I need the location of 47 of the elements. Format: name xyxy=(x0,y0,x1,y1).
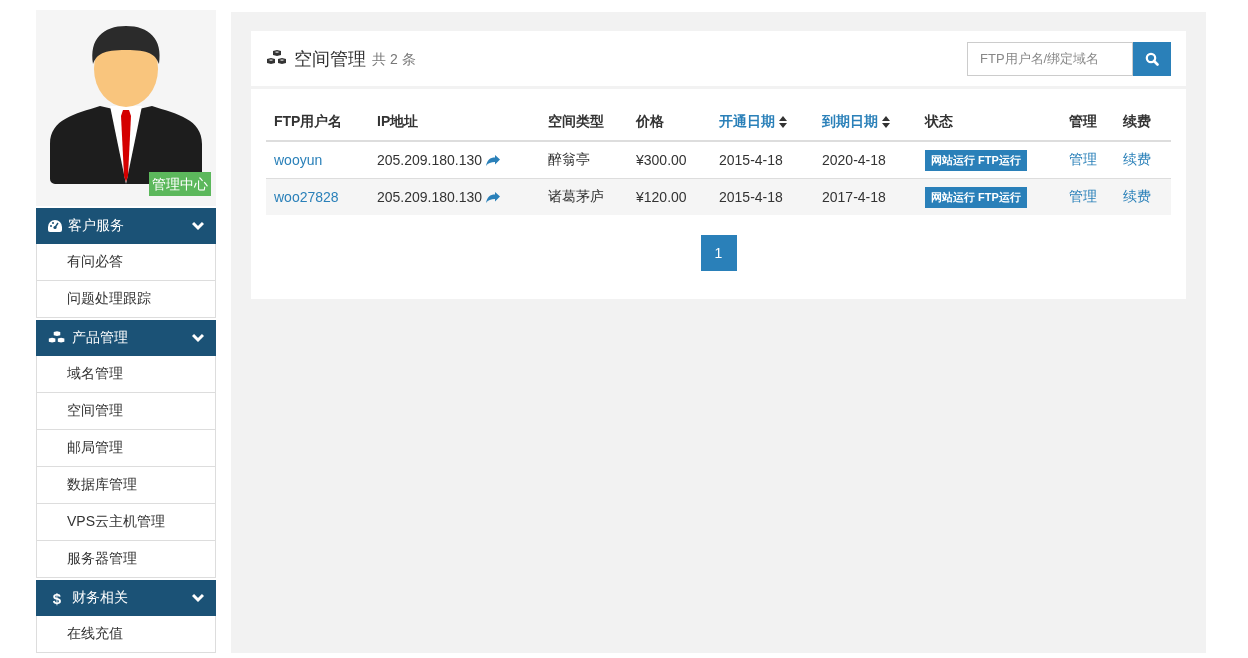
menu-item[interactable]: 有问必答 xyxy=(36,244,216,281)
manage-link[interactable]: 管理 xyxy=(1069,151,1097,167)
dollar-icon: $ xyxy=(48,589,66,607)
column-header: 管理 xyxy=(1061,104,1115,141)
table-cell: 2017-4-18 xyxy=(814,178,917,215)
ip-address: 205.209.180.130 xyxy=(377,152,483,168)
menu-item[interactable]: 数据库管理 xyxy=(36,467,216,504)
column-header: FTP用户名 xyxy=(266,104,369,141)
section-title: 财务相关 xyxy=(72,589,129,607)
renew-link[interactable]: 续费 xyxy=(1123,151,1151,167)
menu-item[interactable]: 在线充值 xyxy=(36,616,216,653)
panel-title: 空间管理 xyxy=(294,47,366,71)
column-header: 空间类型 xyxy=(540,104,628,141)
table-cell: 2015-4-18 xyxy=(711,178,814,215)
ip-address: 205.209.180.130 xyxy=(377,189,483,205)
username-link[interactable]: wooyun xyxy=(274,152,323,168)
menu-item[interactable]: 服务器管理 xyxy=(36,541,216,578)
section-title: 产品管理 xyxy=(72,329,129,347)
column-header: 续费 xyxy=(1115,104,1171,141)
record-count: 共 2 条 xyxy=(372,50,417,69)
page-button[interactable]: 1 xyxy=(700,235,737,271)
menu-item[interactable]: 空间管理 xyxy=(36,393,216,430)
sort-icon xyxy=(779,116,787,128)
sortable-column-header[interactable]: 开通日期 xyxy=(711,104,814,141)
search-button[interactable] xyxy=(1133,41,1171,76)
sortable-column-header[interactable]: 到期日期 xyxy=(814,104,917,141)
menu-item[interactable]: 域名管理 xyxy=(36,356,216,393)
table-cell: ¥120.00 xyxy=(628,178,711,215)
menu-item[interactable]: 问题处理跟踪 xyxy=(36,281,216,318)
status-label: 网站运行 FTP运行 xyxy=(925,149,1027,171)
menu-section-header[interactable]: $ 财务相关 xyxy=(36,580,216,616)
column-header: 价格 xyxy=(628,104,711,141)
menu-section-header[interactable]: 产品管理 xyxy=(36,320,216,356)
column-header: IP地址 xyxy=(369,104,540,141)
share-arrow-icon[interactable] xyxy=(486,154,501,166)
menu-item[interactable]: 邮局管理 xyxy=(36,430,216,467)
search-icon xyxy=(1145,51,1159,66)
search-field[interactable]: FTP用户名/绑定域名 xyxy=(967,41,1133,76)
section-title: 客户服务 xyxy=(68,217,125,235)
column-header: 状态 xyxy=(917,104,1061,141)
menu-item[interactable]: VPS云主机管理 xyxy=(36,504,216,541)
dashboard-icon xyxy=(48,220,62,232)
share-arrow-icon[interactable] xyxy=(486,191,501,203)
sort-icon xyxy=(882,116,890,128)
status-label: 网站运行 FTP运行 xyxy=(925,186,1027,208)
menu-section-header[interactable]: 客户服务 xyxy=(36,208,216,244)
table-cell: 诸葛茅庐 xyxy=(540,178,628,215)
